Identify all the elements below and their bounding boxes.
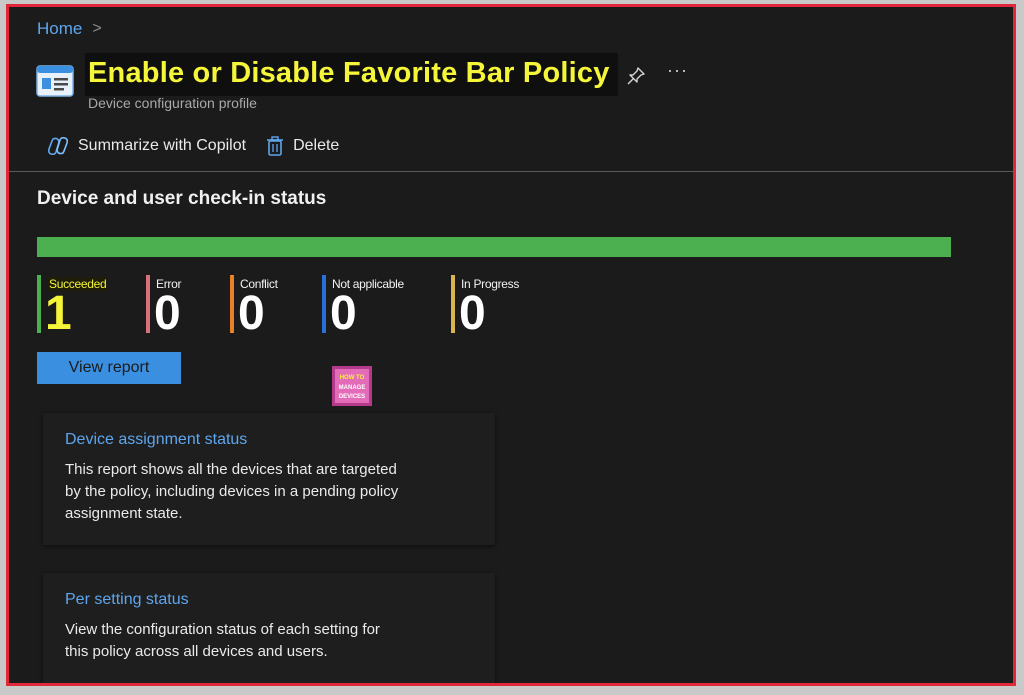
stat-error[interactable]: Error 0 bbox=[146, 275, 181, 340]
page-title-highlight: Enable or Disable Favorite Bar Policy bbox=[85, 53, 618, 96]
stat-color-bar bbox=[322, 275, 326, 333]
screenshot-frame: Home > Enable or Disable Favorite Bar Po… bbox=[6, 4, 1016, 686]
more-options-icon[interactable]: ··· bbox=[667, 60, 688, 81]
view-report-button[interactable]: View report bbox=[37, 352, 181, 384]
page-subtitle: Device configuration profile bbox=[88, 95, 257, 111]
stat-value: 0 bbox=[459, 287, 486, 340]
breadcrumb: Home > bbox=[37, 19, 102, 39]
card-description: View the configuration status of each se… bbox=[65, 621, 380, 660]
stat-value: 0 bbox=[330, 287, 357, 340]
card-title-link[interactable]: Device assignment status bbox=[65, 431, 473, 449]
checkin-progress-bar bbox=[37, 237, 951, 257]
copilot-icon bbox=[47, 136, 69, 156]
svg-text:DEVICES: DEVICES bbox=[339, 394, 365, 400]
stat-value: 1 bbox=[45, 287, 72, 340]
command-bar: Summarize with Copilot Delete bbox=[47, 136, 339, 156]
report-card-per-setting: Per setting status View the configuratio… bbox=[43, 573, 495, 683]
stat-color-bar bbox=[146, 275, 150, 333]
section-title: Device and user check-in status bbox=[37, 188, 327, 209]
watermark-logo: HOW TO MANAGE DEVICES bbox=[332, 366, 372, 406]
stat-value: 0 bbox=[154, 287, 181, 340]
progress-bar-fill bbox=[37, 237, 951, 257]
card-description: This report shows all the devices that a… bbox=[65, 461, 399, 522]
chevron-right-icon: > bbox=[92, 20, 102, 37]
svg-text:MANAGE: MANAGE bbox=[339, 385, 366, 391]
stat-conflict[interactable]: Conflict 0 bbox=[230, 275, 278, 340]
svg-text:HOW TO: HOW TO bbox=[340, 375, 365, 381]
delete-button[interactable]: Delete bbox=[266, 136, 339, 156]
summarize-copilot-button[interactable]: Summarize with Copilot bbox=[47, 136, 246, 156]
stat-color-bar bbox=[451, 275, 455, 333]
toolbar-divider bbox=[9, 171, 1013, 172]
profile-icon bbox=[36, 64, 74, 98]
stat-color-bar bbox=[230, 275, 234, 333]
page-title: Enable or Disable Favorite Bar Policy bbox=[88, 57, 610, 89]
stat-in-progress[interactable]: In Progress 0 bbox=[451, 275, 519, 340]
stat-value: 0 bbox=[238, 287, 265, 340]
breadcrumb-home-link[interactable]: Home bbox=[37, 19, 82, 39]
summarize-copilot-label: Summarize with Copilot bbox=[78, 137, 247, 154]
report-card-device-assignment: Device assignment status This report sho… bbox=[43, 413, 495, 545]
stat-color-bar bbox=[37, 275, 41, 333]
trash-icon bbox=[266, 136, 284, 156]
card-title-link[interactable]: Per setting status bbox=[65, 591, 473, 609]
stat-not-applicable[interactable]: Not applicable 0 bbox=[322, 275, 404, 340]
stat-succeeded[interactable]: Succeeded 1 bbox=[37, 275, 109, 340]
pin-icon[interactable] bbox=[626, 66, 646, 86]
delete-label: Delete bbox=[293, 137, 340, 154]
